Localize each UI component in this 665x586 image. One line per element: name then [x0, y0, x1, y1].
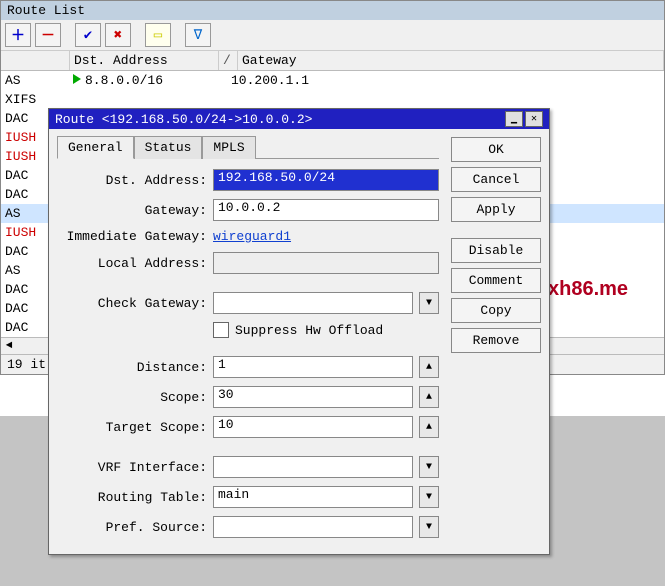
list-header: Dst. Address / Gateway — [1, 51, 664, 71]
active-icon — [73, 74, 81, 84]
label-check-gateway: Check Gateway: — [57, 296, 207, 311]
disable-btn[interactable]: Disable — [451, 238, 541, 263]
label-target-scope: Target Scope: — [57, 420, 207, 435]
tab-status[interactable]: Status — [134, 136, 203, 159]
close-icon[interactable]: ✕ — [525, 111, 543, 127]
disable-button[interactable]: ✖ — [105, 23, 131, 47]
row-dst: 8.8.0.0/16 — [69, 73, 227, 88]
gateway-input[interactable]: 10.0.0.2 — [213, 199, 439, 221]
route-list-titlebar: Route List — [1, 1, 664, 20]
suppress-hw-offload-checkbox[interactable] — [213, 322, 229, 338]
immediate-gateway-link[interactable]: wireguard1 — [213, 229, 291, 244]
distance-spinner[interactable]: ▲ — [419, 356, 439, 378]
dialog-title: Route <192.168.50.0/24->10.0.0.2> — [55, 112, 312, 127]
check-gateway-input[interactable] — [213, 292, 413, 314]
table-row[interactable]: XIFS — [1, 90, 664, 109]
col-gateway-header[interactable]: Gateway — [238, 51, 664, 70]
label-local-address: Local Address: — [57, 256, 207, 271]
tab-mpls[interactable]: MPLS — [202, 136, 255, 159]
toolbar: ＋ － ✔ ✖ ▭ ∇ — [1, 20, 664, 51]
ok-button[interactable]: OK — [451, 137, 541, 162]
vrf-dropdown[interactable]: ▼ — [419, 456, 439, 478]
apply-button[interactable]: Apply — [451, 197, 541, 222]
scope-input[interactable]: 30 — [213, 386, 413, 408]
routing-table-input[interactable]: main — [213, 486, 413, 508]
col-flags-header[interactable] — [1, 51, 70, 70]
label-scope: Scope: — [57, 390, 207, 405]
col-dst-header[interactable]: Dst. Address — [70, 51, 219, 70]
watermark: xh86.me — [548, 278, 628, 301]
target-scope-spinner[interactable]: ▲ — [419, 416, 439, 438]
local-address-input[interactable] — [213, 252, 439, 274]
label-routing-table: Routing Table: — [57, 490, 207, 505]
dst-address-input[interactable]: 192.168.50.0/24 — [213, 169, 439, 191]
target-scope-input[interactable]: 10 — [213, 416, 413, 438]
routing-table-dropdown[interactable]: ▼ — [419, 486, 439, 508]
label-gateway: Gateway: — [57, 203, 207, 218]
label-distance: Distance: — [57, 360, 207, 375]
copy-button[interactable]: Copy — [451, 298, 541, 323]
pref-source-input[interactable] — [213, 516, 413, 538]
table-row[interactable]: AS8.8.0.0/1610.200.1.1 — [1, 71, 664, 90]
add-button[interactable]: ＋ — [5, 23, 31, 47]
label-vrf: VRF Interface: — [57, 460, 207, 475]
label-immediate-gateway: Immediate Gateway: — [57, 229, 207, 244]
enable-button[interactable]: ✔ — [75, 23, 101, 47]
remove-button[interactable]: － — [35, 23, 61, 47]
dialog-titlebar[interactable]: Route <192.168.50.0/24->10.0.0.2> ▁ ✕ — [49, 109, 549, 129]
col-sort-indicator[interactable]: / — [219, 51, 238, 70]
label-dst: Dst. Address: — [57, 173, 207, 188]
comment-btn[interactable]: Comment — [451, 268, 541, 293]
label-pref-source: Pref. Source: — [57, 520, 207, 535]
scope-spinner[interactable]: ▲ — [419, 386, 439, 408]
row-flags: AS — [1, 73, 69, 88]
dialog-tabs: General Status MPLS — [57, 135, 439, 159]
route-dialog: Route <192.168.50.0/24->10.0.0.2> ▁ ✕ Ge… — [48, 108, 550, 555]
route-list-title: Route List — [7, 3, 85, 18]
scroll-left-icon[interactable]: ◄ — [1, 340, 17, 352]
distance-input[interactable]: 1 — [213, 356, 413, 378]
check-gateway-dropdown[interactable]: ▼ — [419, 292, 439, 314]
remove-btn[interactable]: Remove — [451, 328, 541, 353]
label-suppress: Suppress Hw Offload — [235, 323, 383, 338]
row-gateway: 10.200.1.1 — [227, 73, 664, 88]
cancel-button[interactable]: Cancel — [451, 167, 541, 192]
minimize-icon[interactable]: ▁ — [505, 111, 523, 127]
filter-button[interactable]: ∇ — [185, 23, 211, 47]
vrf-input[interactable] — [213, 456, 413, 478]
pref-source-dropdown[interactable]: ▼ — [419, 516, 439, 538]
comment-button[interactable]: ▭ — [145, 23, 171, 47]
row-flags: XIFS — [1, 92, 69, 107]
tab-general[interactable]: General — [57, 136, 134, 159]
